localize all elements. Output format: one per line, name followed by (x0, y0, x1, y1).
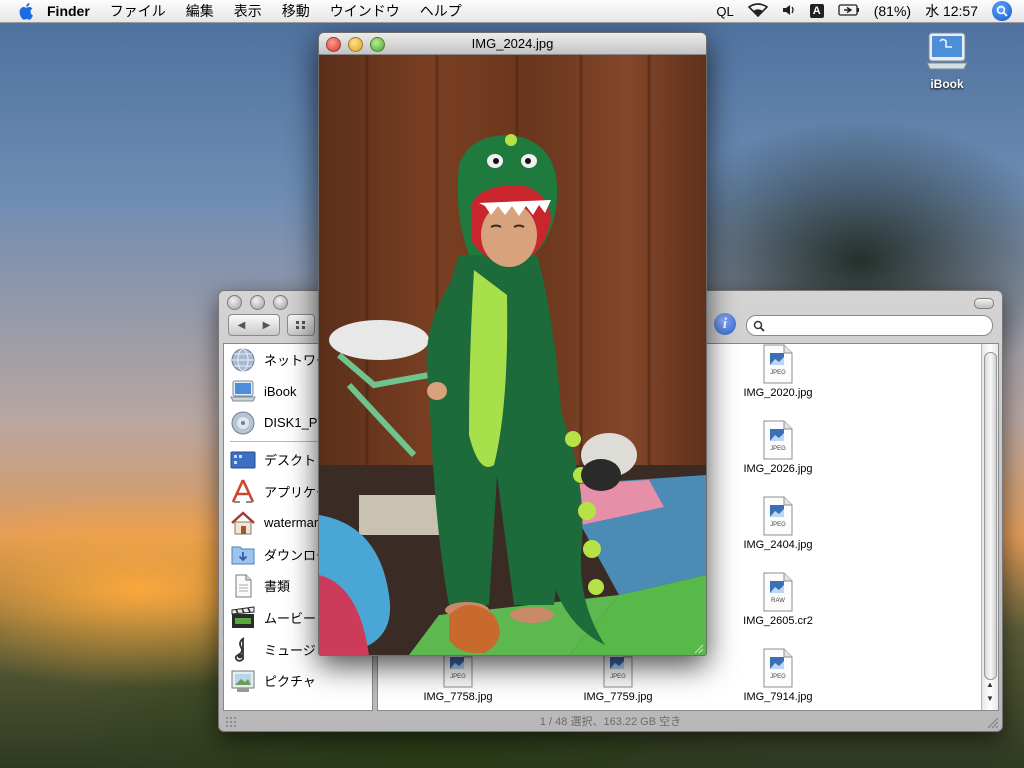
search-icon (753, 320, 765, 332)
scrollbar-thumb[interactable] (984, 352, 997, 680)
close-button[interactable] (326, 37, 341, 52)
desktop-ibook-label: iBook (930, 77, 964, 91)
get-info-button[interactable]: i (714, 313, 736, 335)
ql-menu-extra[interactable]: QL (716, 4, 733, 19)
menu-extras: QL A (81%) 水 12:57 (716, 0, 1024, 22)
app-menu-finder[interactable]: Finder (47, 3, 90, 19)
back-forward-buttons[interactable]: ◀ ▶ (228, 314, 280, 336)
movies-icon (230, 605, 256, 631)
network-globe-icon (230, 347, 256, 373)
preview-resize-grip-icon[interactable] (693, 642, 704, 654)
battery-percent[interactable]: (81%) (874, 3, 911, 19)
spotlight-icon[interactable] (992, 1, 1012, 21)
apple-menu-icon[interactable] (17, 1, 37, 21)
preview-window-title: IMG_2024.jpg (471, 36, 554, 51)
file-kind: JPEG (770, 674, 786, 680)
raw-file-icon (762, 572, 794, 612)
desktop-icon (230, 447, 256, 473)
menu-edit[interactable]: 編集 (186, 1, 214, 21)
sidebar-item-label: iBook (264, 383, 297, 399)
sidebar-item-pictures[interactable]: ピクチャ (224, 665, 372, 697)
music-icon (230, 636, 256, 662)
wifi-icon[interactable] (747, 2, 768, 20)
preview-photo-image (319, 55, 706, 655)
close-button[interactable] (227, 295, 242, 310)
menu-view[interactable]: 表示 (234, 1, 262, 21)
vertical-scrollbar[interactable]: ▲ ▼ (981, 344, 998, 710)
forward-arrow-icon[interactable]: ▶ (263, 320, 271, 331)
toolbar-toggle-button[interactable] (974, 298, 994, 309)
menu-clock[interactable]: 水 12:57 (925, 1, 978, 21)
menu-go[interactable]: 移動 (282, 1, 310, 21)
file-name: IMG_7759.jpg (583, 691, 653, 703)
file-item[interactable]: JPEG IMG_2020.jpg (733, 344, 823, 399)
file-name: IMG_2026.jpg (743, 463, 813, 475)
minimize-button[interactable] (348, 37, 363, 52)
file-kind: JPEG (770, 522, 786, 528)
documents-icon (230, 573, 256, 599)
scroll-down-arrow-icon[interactable]: ▼ (982, 694, 998, 704)
zoom-button[interactable] (273, 295, 288, 310)
preview-title-bar[interactable]: IMG_2024.jpg (319, 33, 706, 55)
preview-window: IMG_2024.jpg (318, 32, 707, 656)
file-kind: RAW (771, 598, 785, 604)
sidebar-item-label: 書類 (264, 579, 291, 595)
search-field[interactable] (746, 315, 993, 336)
file-kind: JPEG (770, 370, 786, 376)
jpeg-file-icon (762, 648, 794, 688)
menu-window[interactable]: ウインドウ (330, 1, 400, 21)
jpeg-file-icon (762, 420, 794, 460)
file-item[interactable]: JPEG IMG_2404.jpg (733, 496, 823, 551)
sidebar-item-label: ピクチャ (264, 674, 316, 690)
icon-view-button[interactable] (287, 314, 315, 336)
file-item[interactable]: JPEG IMG_2026.jpg (733, 420, 823, 475)
home-icon (230, 510, 256, 536)
jpeg-file-icon (762, 496, 794, 536)
applications-icon (230, 478, 256, 504)
menu-bar: Finder ファイル 編集 表示 移動 ウインドウ ヘルプ QL A (81%… (0, 0, 1024, 23)
minimize-button[interactable] (250, 295, 265, 310)
file-name: IMG_7758.jpg (423, 691, 493, 703)
file-item[interactable]: RAW IMG_2605.cr2 (733, 572, 823, 627)
desktop-ibook[interactable]: iBook (918, 30, 976, 91)
pictures-icon (230, 668, 256, 694)
sidebar-item-label: watermark (264, 515, 325, 531)
file-name: IMG_2404.jpg (743, 539, 813, 551)
preview-window-controls (326, 37, 385, 52)
finder-window-controls (227, 295, 288, 310)
search-input[interactable] (769, 317, 983, 334)
menu-help[interactable]: ヘルプ (420, 1, 462, 21)
file-item[interactable]: JPEG IMG_7758.jpg (413, 648, 503, 703)
file-kind: JPEG (770, 446, 786, 452)
file-kind: JPEG (610, 674, 626, 680)
sidebar-item-label: ムービー (264, 611, 317, 627)
file-item[interactable]: JPEG IMG_7914.jpg (733, 648, 823, 703)
file-item[interactable]: JPEG IMG_7759.jpg (573, 648, 663, 703)
back-arrow-icon[interactable]: ◀ (238, 320, 246, 331)
ibook-computer-icon (925, 30, 969, 74)
disk-icon (230, 410, 256, 436)
file-name: IMG_2605.cr2 (743, 615, 813, 627)
ibook-computer-icon (230, 378, 256, 404)
jpeg-file-icon (762, 344, 794, 384)
finder-status-bar: 1 / 48 選択、163.22 GB 空き (539, 716, 682, 728)
icon-view-icon (296, 321, 305, 329)
input-method-icon[interactable]: A (809, 4, 824, 18)
zoom-button[interactable] (370, 37, 385, 52)
menu-file[interactable]: ファイル (110, 1, 166, 21)
scroll-up-arrow-icon[interactable]: ▲ (982, 680, 998, 690)
file-name: IMG_7914.jpg (743, 691, 813, 703)
file-name: IMG_2020.jpg (743, 387, 813, 399)
window-resize-grip-icon[interactable] (986, 716, 999, 729)
downloads-folder-icon (230, 541, 256, 567)
volume-icon[interactable] (782, 3, 796, 20)
battery-icon[interactable] (838, 3, 860, 19)
file-kind: JPEG (450, 674, 466, 680)
